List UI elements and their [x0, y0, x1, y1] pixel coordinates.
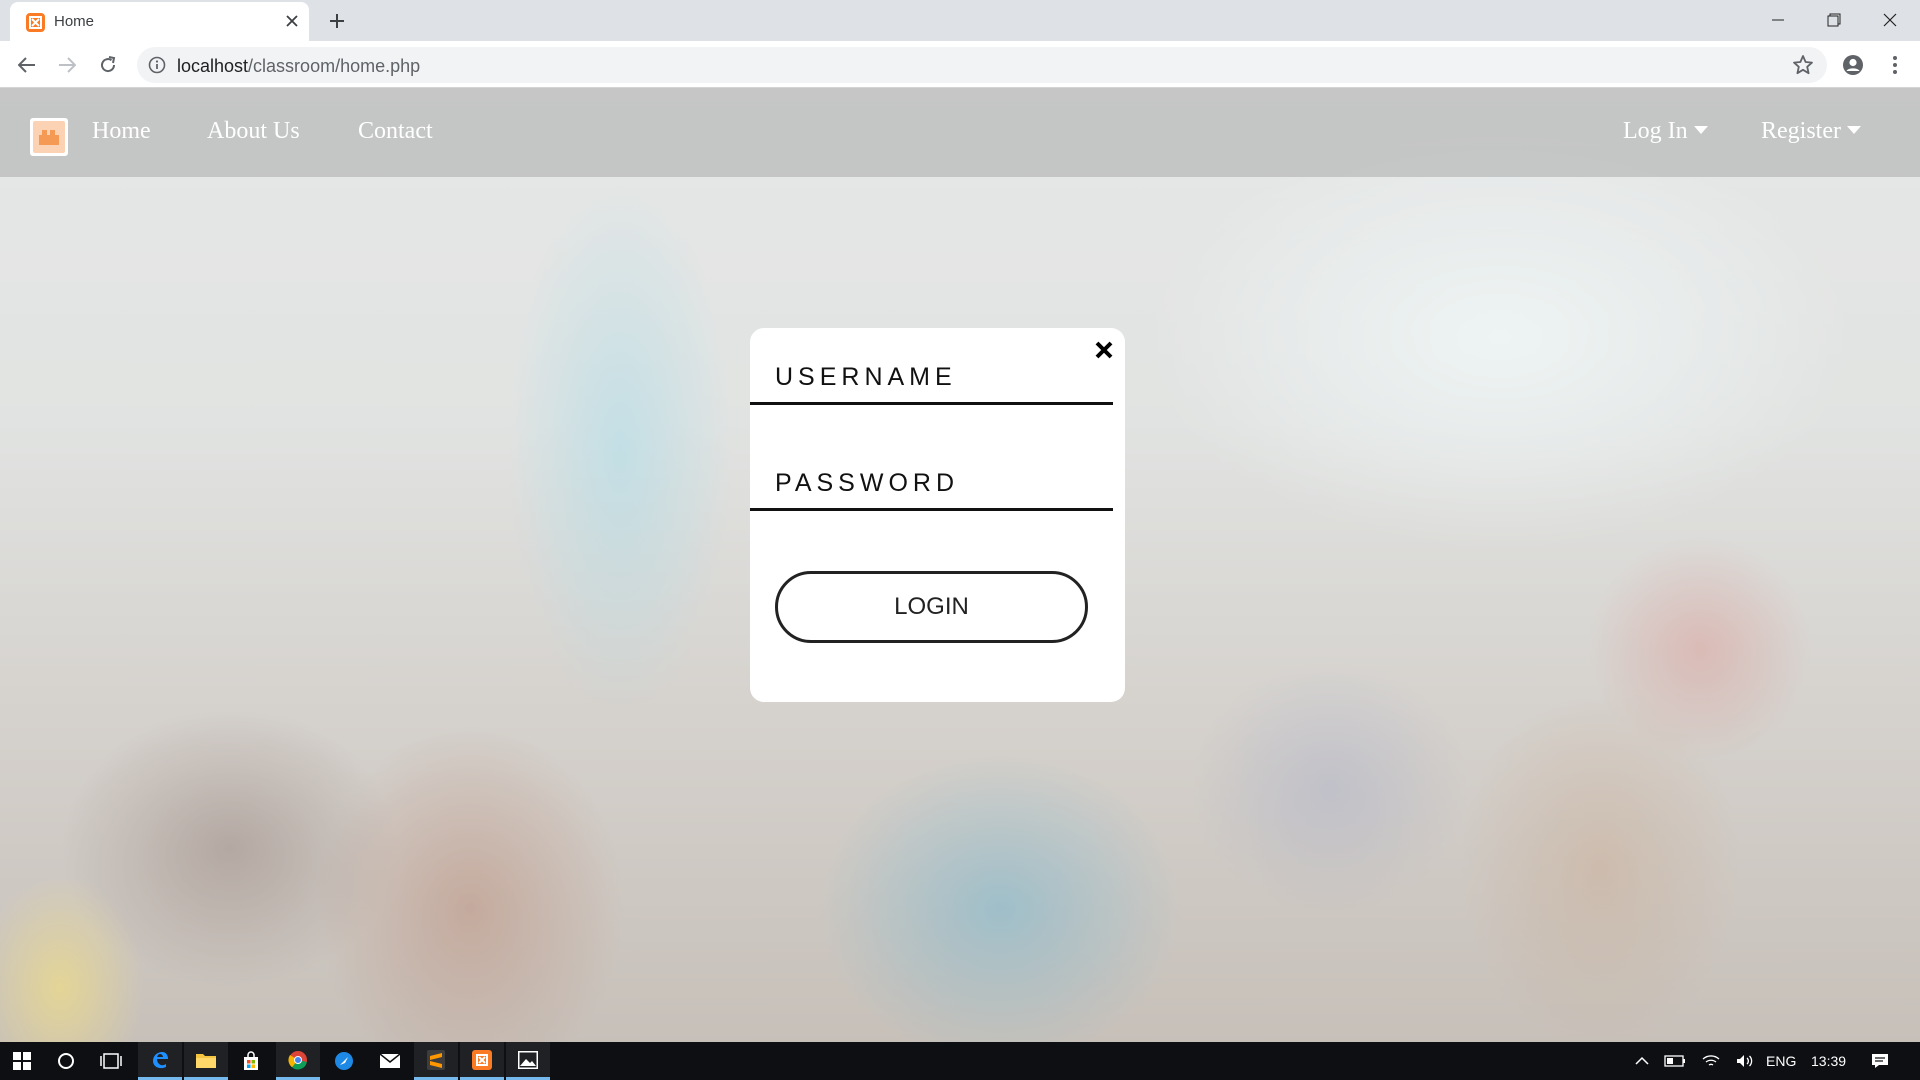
caret-down-icon	[1846, 126, 1861, 135]
login-button[interactable]: LOGIN	[775, 571, 1088, 643]
caret-down-icon	[1693, 126, 1708, 135]
cortana-icon[interactable]	[44, 1042, 88, 1080]
address-bar[interactable]: localhost/classroom/home.php	[137, 47, 1827, 83]
edge-icon[interactable]	[138, 1042, 182, 1080]
log-in-dropdown[interactable]: Log In	[1623, 118, 1708, 145]
window-close-icon[interactable]	[1862, 0, 1918, 40]
browser-menu-icon[interactable]	[1880, 50, 1910, 80]
password-input[interactable]	[750, 459, 1113, 508]
chrome-icon[interactable]	[276, 1042, 320, 1080]
bookmark-star-icon[interactable]	[1791, 53, 1815, 77]
url-path: /classroom/home.php	[248, 56, 421, 76]
action-center-icon[interactable]	[1862, 1042, 1898, 1080]
url-text: localhost/classroom/home.php	[177, 56, 420, 77]
photos-icon[interactable]	[506, 1042, 550, 1080]
wifi-icon[interactable]	[1696, 1042, 1726, 1080]
browser-toolbar: localhost/classroom/home.php	[0, 41, 1920, 88]
password-field	[750, 459, 1113, 511]
web-page: Home About Us Contact Log In Register LO…	[0, 88, 1920, 1042]
log-in-label: Log In	[1623, 118, 1688, 144]
login-modal: LOGIN	[750, 328, 1125, 702]
windows-taskbar: ENG 13:39	[0, 1042, 1920, 1080]
browser-tab-strip: Home	[0, 0, 1920, 41]
site-logo-icon[interactable]	[30, 118, 68, 156]
tab-title: Home	[54, 13, 95, 30]
xampp-favicon-icon	[26, 13, 45, 32]
nav-link-about-us[interactable]: About Us	[207, 118, 300, 145]
store-icon[interactable]	[229, 1042, 273, 1080]
tab-close-icon[interactable]	[282, 11, 302, 31]
nav-link-home[interactable]: Home	[92, 118, 151, 145]
clock[interactable]: 13:39	[1811, 1053, 1846, 1069]
back-icon[interactable]	[12, 50, 42, 80]
url-host: localhost	[177, 56, 249, 76]
username-field	[750, 353, 1113, 405]
reload-icon[interactable]	[93, 50, 123, 80]
language-indicator[interactable]: ENG	[1766, 1053, 1796, 1069]
profile-avatar-icon[interactable]	[1838, 50, 1868, 80]
site-navbar: Home About Us Contact Log In Register	[0, 88, 1920, 177]
battery-icon[interactable]	[1660, 1042, 1690, 1080]
nav-link-contact[interactable]: Contact	[358, 118, 433, 145]
task-view-icon[interactable]	[89, 1042, 133, 1080]
mail-icon[interactable]	[368, 1042, 412, 1080]
forward-icon[interactable]	[52, 50, 82, 80]
site-info-icon[interactable]	[148, 56, 166, 74]
tray-chevron-up-icon[interactable]	[1630, 1042, 1654, 1080]
volume-icon[interactable]	[1730, 1042, 1760, 1080]
register-dropdown[interactable]: Register	[1761, 118, 1861, 145]
xampp-icon[interactable]	[460, 1042, 504, 1080]
start-icon[interactable]	[0, 1042, 44, 1080]
file-explorer-icon[interactable]	[184, 1042, 228, 1080]
username-input[interactable]	[750, 353, 1113, 402]
browser-blue-icon[interactable]	[322, 1042, 366, 1080]
browser-tab-home[interactable]: Home	[10, 2, 309, 41]
new-tab-icon[interactable]	[325, 9, 349, 33]
register-label: Register	[1761, 118, 1841, 144]
minimize-icon[interactable]	[1750, 0, 1806, 40]
sublime-text-icon[interactable]	[414, 1042, 458, 1080]
restore-icon[interactable]	[1806, 0, 1862, 40]
